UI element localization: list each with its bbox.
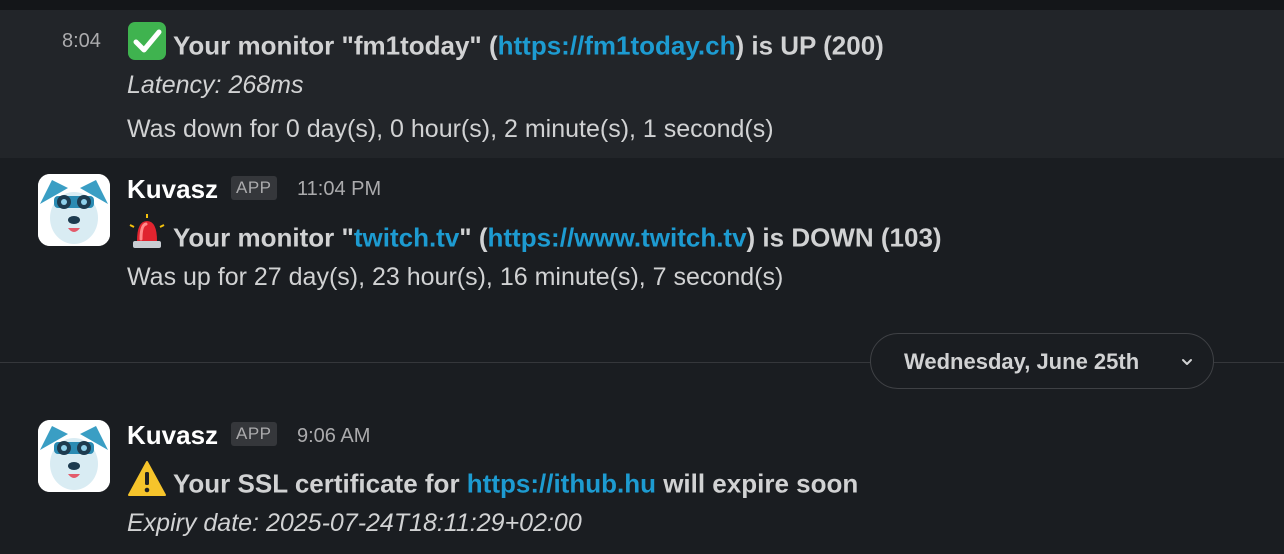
- message-3-link[interactable]: https://ithub.hu: [467, 468, 656, 498]
- date-divider-label: Wednesday, June 25th: [904, 349, 1140, 374]
- message-1-detail: Was down for 0 day(s), 0 hour(s), 2 minu…: [127, 115, 774, 143]
- message-1-title-prefix: Your monitor "fm1today" (: [173, 30, 498, 61]
- message-1-title: Your monitor "fm1today" (https://fm1toda…: [127, 21, 884, 71]
- message-3-title: Your SSL certificate for https://ithub.h…: [127, 459, 859, 509]
- message-3-expiry: Expiry date: 2025-07-24T18:11:29+02:00: [127, 509, 582, 537]
- message-2-sender[interactable]: Kuvasz: [127, 174, 218, 205]
- message-3-time[interactable]: 9:06 AM: [297, 425, 370, 448]
- message-1-title-suffix: ) is UP (200): [735, 30, 884, 61]
- kuvasz-avatar[interactable]: [38, 420, 110, 492]
- message-2-time[interactable]: 11:04 PM: [297, 178, 381, 201]
- message-2-detail: Was up for 27 day(s), 23 hour(s), 16 min…: [127, 263, 784, 291]
- message-1-link[interactable]: https://fm1today.ch: [498, 30, 736, 60]
- message-3-app-badge: APP: [231, 422, 277, 446]
- message-1-latency: Latency: 268ms: [127, 71, 304, 99]
- message-2-title: Your monitor "twitch.tv" (https://www.tw…: [127, 213, 942, 263]
- message-1-time[interactable]: 8:04: [62, 30, 101, 53]
- message-2-title-suffix: ) is DOWN (103): [746, 222, 942, 253]
- message-2-name-link[interactable]: twitch.tv: [354, 222, 459, 252]
- message-2-app-badge: APP: [231, 176, 277, 200]
- check-mark-button-icon: [127, 21, 167, 68]
- kuvasz-avatar[interactable]: [38, 174, 110, 246]
- date-divider-button[interactable]: Wednesday, June 25th: [870, 333, 1214, 389]
- message-3-title-prefix: Your SSL certificate for: [173, 468, 467, 499]
- police-light-icon: [127, 213, 167, 260]
- top-strip: [0, 0, 1284, 10]
- message-2-title-prefix: Your monitor ": [173, 222, 354, 253]
- chevron-down-icon: [1181, 354, 1193, 372]
- message-2-title-mid: " (: [459, 222, 488, 253]
- warning-icon: [127, 459, 167, 506]
- message-2-link[interactable]: https://www.twitch.tv: [488, 222, 747, 252]
- message-3-sender[interactable]: Kuvasz: [127, 420, 218, 451]
- slack-channel-view: 8:04 Your monitor "fm1today" (https://fm…: [0, 0, 1284, 554]
- message-3-title-suffix: will expire soon: [655, 468, 859, 499]
